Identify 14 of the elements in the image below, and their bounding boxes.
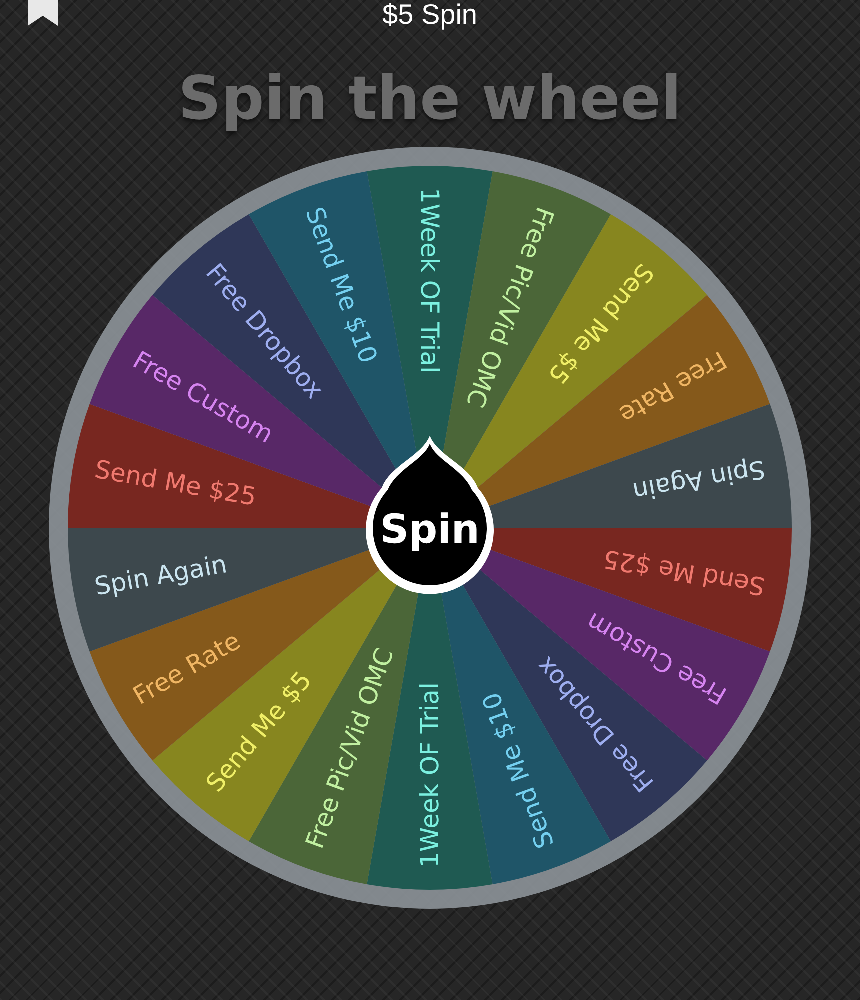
spin-button[interactable]: Spin (366, 436, 494, 594)
segment-label: 1Week OF Trial (416, 188, 444, 374)
segment-label: Free Rate (128, 626, 246, 711)
segment-label: 1Week OF Trial (416, 682, 444, 868)
heading: Spin the wheel (178, 63, 682, 136)
segment-label: Free Rate (614, 345, 732, 430)
segment-label: Send Me $10 (476, 688, 560, 852)
segment-label: Send Me $10 (300, 204, 384, 368)
segment-label: Spin Again (630, 454, 768, 506)
segment-label: Send Me $25 (601, 544, 768, 602)
segment-label: Spin Again (92, 550, 230, 602)
segment-label: Send Me $25 (92, 454, 259, 512)
screen-title: $5 Spin (382, 0, 478, 30)
bookmark-icon[interactable] (26, 0, 60, 26)
